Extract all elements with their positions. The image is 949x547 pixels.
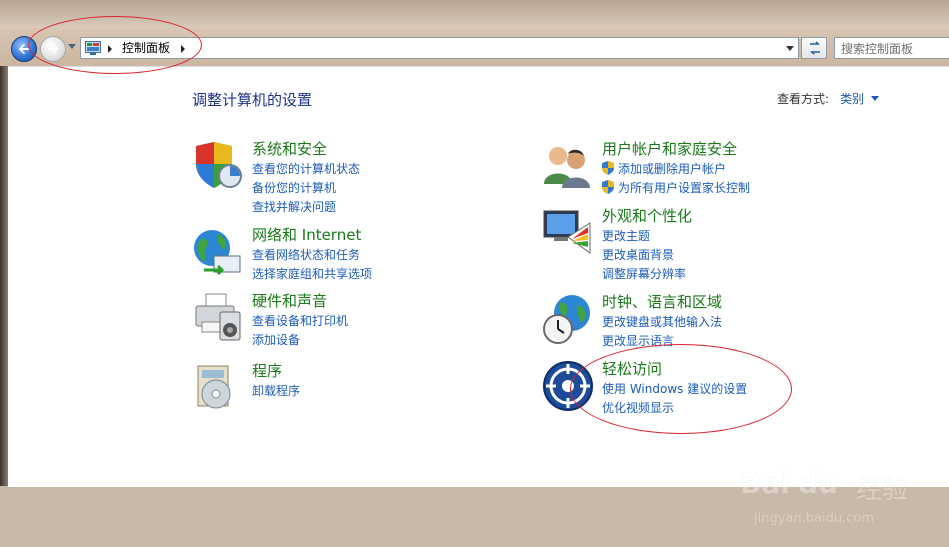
link-devices-printers[interactable]: 查看设备和打印机: [252, 313, 348, 329]
watermark-url: jingyan.baidu.com: [754, 511, 874, 526]
users-icon: [544, 147, 590, 188]
back-arrow-icon: [18, 43, 29, 55]
uac-shield-icon: [602, 161, 614, 175]
uac-shield-icon: [602, 180, 614, 194]
link-keyboard-input[interactable]: 更改键盘或其他输入法: [602, 314, 722, 330]
left-window-edge: [0, 66, 8, 486]
link-display-language[interactable]: 更改显示语言: [602, 333, 674, 349]
ease-of-access-icon: [543, 361, 593, 411]
link-network-status[interactable]: 查看网络状态和任务: [252, 247, 360, 263]
category-title[interactable]: 外观和个性化: [602, 207, 692, 226]
programs-disc-icon: [197, 365, 231, 409]
globe-clock-icon: [543, 295, 590, 344]
window-top-strip: [0, 0, 949, 28]
link-parental-controls[interactable]: 为所有用户设置家长控制: [618, 180, 750, 196]
category-title[interactable]: 时钟、语言和区域: [602, 293, 722, 312]
forward-arrow-icon: [48, 43, 59, 55]
category-title[interactable]: 硬件和声音: [252, 292, 327, 311]
link-backup[interactable]: 备份您的计算机: [252, 180, 336, 196]
view-by-label: 查看方式:: [777, 92, 830, 106]
breadcrumb-separator-icon[interactable]: [108, 45, 112, 53]
link-add-device[interactable]: 添加设备: [252, 332, 300, 348]
refresh-icon: [810, 41, 820, 55]
search-input[interactable]: 搜索控制面板: [834, 37, 949, 59]
control-panel-icon: [85, 41, 101, 55]
link-screen-resolution[interactable]: 调整屏幕分辨率: [602, 266, 686, 282]
category-title[interactable]: 程序: [252, 362, 282, 381]
category-title[interactable]: 轻松访问: [602, 360, 662, 379]
watermark-brand-jingyan: 经验: [856, 475, 909, 505]
control-panel-window: 控制面板 搜索控制面板 调整计算机的设置 查看方式: 类别 系统和安全 查看您的…: [0, 0, 949, 526]
forward-button[interactable]: [40, 36, 66, 62]
link-add-remove-accounts[interactable]: 添加或删除用户帐户: [618, 161, 726, 177]
back-button[interactable]: [11, 36, 37, 62]
refresh-button[interactable]: [801, 37, 827, 59]
page-title: 调整计算机的设置: [192, 91, 313, 109]
category-title[interactable]: 系统和安全: [252, 140, 327, 159]
address-bar[interactable]: 控制面板: [80, 37, 799, 59]
network-globe-icon: [194, 230, 241, 276]
shield-chart-icon: [196, 142, 242, 188]
monitor-palette-icon: [543, 210, 591, 254]
link-desktop-background[interactable]: 更改桌面背景: [602, 247, 674, 263]
baidu-watermark: Bai du 经验 jingyan.baidu.com: [736, 467, 949, 547]
link-uninstall-program[interactable]: 卸载程序: [252, 383, 300, 399]
view-by-dropdown[interactable]: 类别: [840, 90, 864, 107]
breadcrumb-control-panel[interactable]: 控制面板: [122, 40, 170, 56]
link-homegroup[interactable]: 选择家庭组和共享选项: [252, 266, 372, 282]
link-optimize-display[interactable]: 优化视频显示: [602, 400, 674, 416]
watermark-brand: Bai: [740, 467, 790, 500]
link-view-status[interactable]: 查看您的计算机状态: [252, 161, 360, 177]
link-troubleshoot[interactable]: 查找并解决问题: [252, 199, 336, 215]
link-windows-recommended[interactable]: 使用 Windows 建议的设置: [602, 381, 747, 397]
breadcrumb-expand-icon[interactable]: [181, 45, 185, 53]
watermark-brand-du: du: [798, 467, 838, 500]
navigation-bar: 控制面板 搜索控制面板: [0, 28, 949, 66]
content-area: 调整计算机的设置 查看方式: 类别 系统和安全 查看您的计算机状态 备份您的计算…: [8, 66, 949, 526]
category-title[interactable]: 用户帐户和家庭安全: [602, 140, 737, 159]
link-change-theme[interactable]: 更改主题: [602, 228, 650, 244]
view-by-chevron-down-icon[interactable]: [871, 96, 879, 101]
printer-speaker-icon: [195, 293, 241, 341]
recent-pages-dropdown-icon[interactable]: [68, 44, 76, 49]
address-dropdown-icon[interactable]: [786, 46, 794, 51]
category-title[interactable]: 网络和 Internet: [252, 226, 361, 245]
